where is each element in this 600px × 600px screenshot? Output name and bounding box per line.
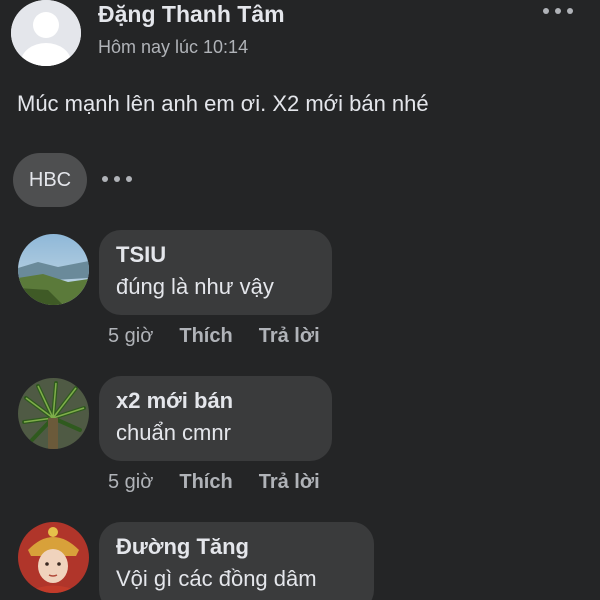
tag-chip[interactable]: HBC bbox=[13, 153, 87, 207]
default-avatar-icon bbox=[11, 0, 81, 66]
author-name[interactable]: Đặng Thanh Tâm bbox=[98, 1, 285, 28]
like-button[interactable]: Thích bbox=[179, 471, 232, 494]
comment-bubble: Đường Tăng Vội gì các đồng dâm bbox=[99, 522, 374, 600]
comment-text: chuẩn cmnr bbox=[116, 420, 231, 445]
commenter-avatar[interactable] bbox=[18, 522, 89, 593]
comment-actions: 5 giờ Thích Trả lời bbox=[108, 471, 320, 494]
reply-button[interactable]: Trả lời bbox=[259, 471, 320, 494]
commenter-name[interactable]: x2 mới bán bbox=[116, 386, 315, 416]
post-text: Múc mạnh lên anh em ơi. X2 mới bán nhé bbox=[17, 91, 429, 116]
post-timestamp[interactable]: Hôm nay lúc 10:14 bbox=[98, 37, 248, 58]
like-button[interactable]: Thích bbox=[179, 325, 232, 348]
tag-more-icon[interactable] bbox=[100, 174, 136, 184]
comment-text: Vội gì các đồng dâm bbox=[116, 566, 317, 591]
reply-button[interactable]: Trả lời bbox=[259, 325, 320, 348]
more-options-icon[interactable] bbox=[536, 2, 580, 20]
facebook-post: Đặng Thanh Tâm Hôm nay lúc 10:14 Múc mạn… bbox=[0, 0, 600, 600]
author-avatar[interactable] bbox=[11, 0, 81, 66]
comment-actions: 5 giờ Thích Trả lời bbox=[108, 325, 320, 348]
comment-time[interactable]: 5 giờ bbox=[108, 325, 153, 348]
comment-time[interactable]: 5 giờ bbox=[108, 471, 153, 494]
palm-plant-avatar bbox=[18, 378, 89, 449]
commenter-name[interactable]: TSIU bbox=[116, 240, 315, 270]
commenter-avatar[interactable] bbox=[18, 234, 89, 305]
commenter-avatar[interactable] bbox=[18, 378, 89, 449]
mountain-landscape-avatar bbox=[18, 234, 89, 305]
character-portrait-avatar bbox=[18, 522, 89, 593]
comment-text: đúng là như vậy bbox=[116, 274, 274, 299]
comment-bubble: x2 mới bán chuẩn cmnr bbox=[99, 376, 332, 461]
commenter-name[interactable]: Đường Tăng bbox=[116, 532, 357, 562]
comment-bubble: TSIU đúng là như vậy bbox=[99, 230, 332, 315]
